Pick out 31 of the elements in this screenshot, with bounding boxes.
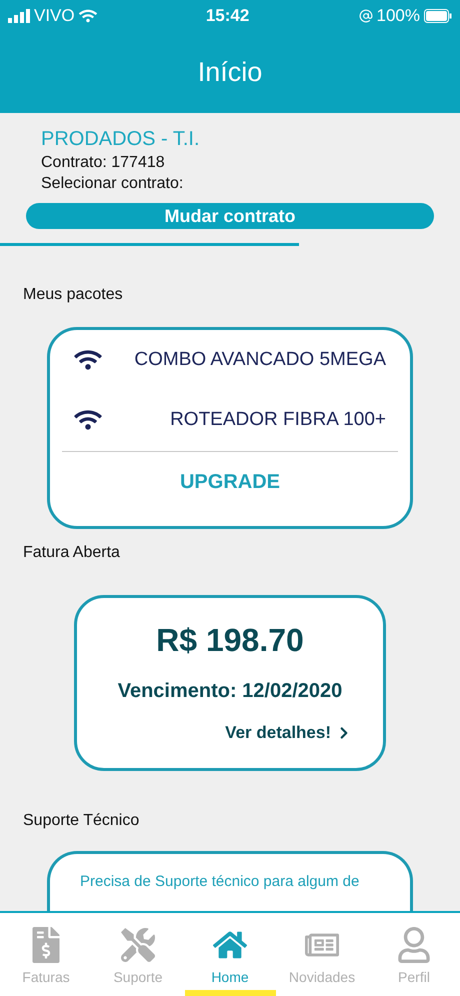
company-name: PRODADOS - T.I. xyxy=(41,127,201,152)
package-name: ROTEADOR FIBRA 100+ xyxy=(170,408,386,432)
support-text[interactable]: Precisa de Suporte técnico para algum de xyxy=(80,873,360,890)
section-title: Meus pacotes xyxy=(23,284,124,305)
details-link[interactable]: Ver detalhes! xyxy=(225,720,353,746)
battery-icon xyxy=(424,9,452,23)
carrier-text: VIVO xyxy=(34,5,75,28)
section-title: Fatura Aberta xyxy=(23,542,121,563)
change-contract-button[interactable]: Mudar contrato xyxy=(26,203,434,229)
page-title: Início xyxy=(198,56,262,90)
tab[interactable]: Novidades xyxy=(276,913,368,996)
tab[interactable]: Perfil xyxy=(368,913,460,996)
signal-icon xyxy=(8,9,30,23)
invoice-amount: R$ 198.70 xyxy=(156,620,304,660)
select-contract-label: Selecionar contrato: xyxy=(41,174,184,194)
clock-text: 15:42 xyxy=(206,5,250,28)
battery-text: 100% xyxy=(376,5,420,28)
at-sign-icon xyxy=(358,9,373,23)
tab[interactable]: Home xyxy=(184,913,276,996)
wifi-icon xyxy=(74,348,102,371)
due-date: Vencimento: 12/02/2020 xyxy=(118,678,342,704)
section-title: Suporte Técnico xyxy=(23,811,140,832)
tools-icon xyxy=(121,927,155,963)
wifi-icon xyxy=(78,8,97,24)
package-name: COMBO AVANCADO 5MEGA xyxy=(134,348,386,372)
wifi-icon xyxy=(74,408,102,431)
tab[interactable]: Faturas xyxy=(0,913,92,996)
person-icon xyxy=(397,927,431,963)
upgrade-button[interactable]: UPGRADE xyxy=(62,452,398,512)
tab[interactable]: Suporte xyxy=(92,913,184,996)
contract-number: Contrato: 177418 xyxy=(41,153,166,173)
